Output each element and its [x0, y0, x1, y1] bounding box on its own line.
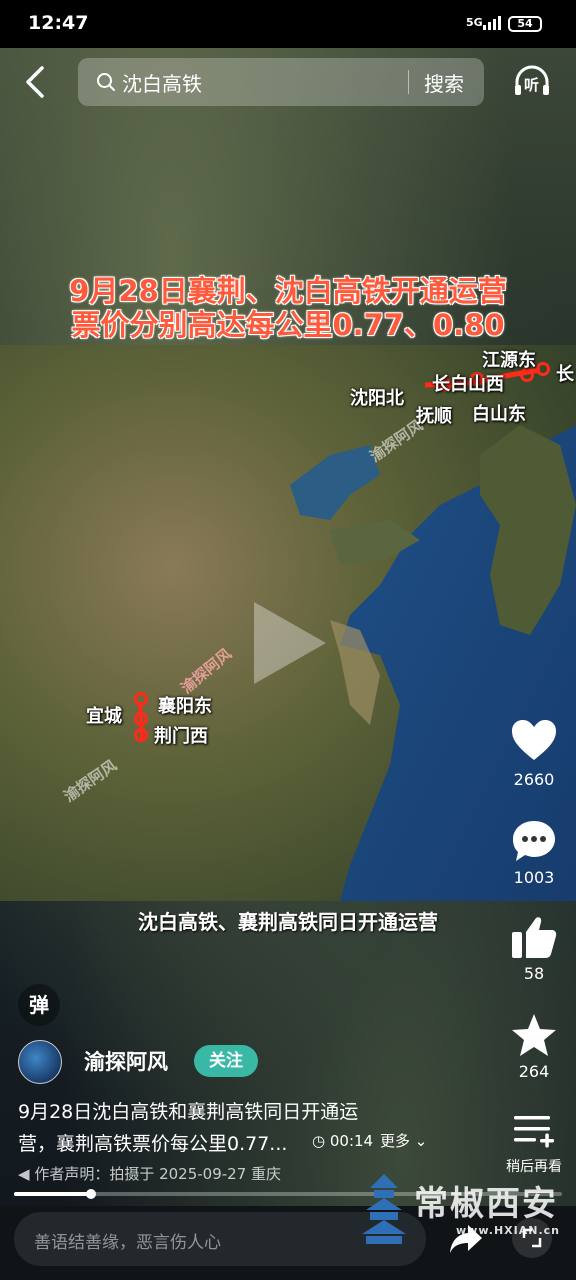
description-line1: 9月28日沈白高铁和襄荆高铁同日开通运 [18, 1101, 359, 1123]
recommend-count: 58 [523, 964, 545, 983]
station-pin [134, 692, 148, 706]
station-pin [134, 728, 148, 742]
like-button[interactable]: 2660 [496, 716, 572, 796]
follow-button[interactable]: 关注 [194, 1045, 258, 1077]
search-divider [408, 70, 409, 94]
thumbs-up-icon [512, 917, 557, 958]
progress-fill [14, 1192, 91, 1196]
site-url: www.HXIAN.cn [456, 1224, 560, 1237]
video-subtitle: 沈白高铁、襄荆高铁同日开通运营 [138, 910, 438, 934]
progress-handle[interactable] [86, 1189, 96, 1199]
play-icon[interactable] [250, 598, 330, 688]
network-indicator: 5G [466, 16, 483, 29]
signal-icon [483, 16, 501, 30]
back-arrow-icon[interactable] [22, 64, 52, 100]
station-pin [134, 712, 148, 726]
search-button[interactable]: 搜索 [424, 68, 464, 97]
station-label: 江源东 [482, 350, 536, 371]
station-label: 长 [556, 364, 574, 385]
heart-icon [512, 720, 556, 760]
comment-icon [513, 821, 555, 861]
comment-placeholder[interactable]: 善语结善缘，恶言伤人心 [34, 1228, 221, 1253]
watch-later-button[interactable]: 稍后再看 [496, 1108, 572, 1178]
comment-button[interactable]: 1003 [496, 816, 572, 892]
station-label: 长白山西 [432, 374, 504, 395]
station-label: 沈阳北 [350, 388, 404, 409]
station-label: 荆门西 [154, 726, 208, 747]
recommend-button[interactable]: 58 [496, 912, 572, 988]
battery-indicator: 54 [508, 16, 542, 32]
status-time: 12:47 [28, 12, 89, 34]
clock-icon: ◷ [312, 1132, 326, 1150]
search-icon [97, 73, 115, 91]
video-title-line2: 票价分别高达每公里0.77、0.80 [71, 308, 505, 342]
listen-label: 听 [524, 76, 540, 94]
author-declaration: ◀︎ 作者声明：拍摄于 2025-09-27 重庆 [18, 1163, 281, 1184]
author-name[interactable]: 渝探阿风 [84, 1046, 168, 1076]
favorite-button[interactable]: 264 [496, 1010, 572, 1086]
megaphone-icon: ◀︎ [18, 1165, 35, 1183]
station-pin [536, 362, 550, 376]
duration-text: 00:14 [329, 1132, 374, 1150]
station-label: 宜城 [86, 706, 122, 727]
favorite-count: 264 [518, 1062, 550, 1081]
duration: ◷ 00:14 [312, 1132, 373, 1150]
station-label: 襄阳东 [158, 696, 212, 717]
listen-button[interactable]: 听 [512, 62, 552, 102]
comment-count: 1003 [513, 868, 555, 887]
search-query[interactable]: 沈白高铁 [122, 68, 202, 97]
site-name: 常椒西安 [414, 1184, 558, 1224]
more-label: 更多 [380, 1132, 411, 1150]
chevron-down-icon: ⌄ [410, 1132, 428, 1150]
danmu-toggle[interactable]: 弹 [18, 984, 60, 1026]
declaration-text: 作者声明：拍摄于 2025-09-27 重庆 [34, 1165, 282, 1183]
station-label: 白山东 [472, 404, 526, 425]
star-icon [512, 1014, 556, 1056]
author-avatar[interactable] [18, 1040, 62, 1084]
add-to-list-icon [514, 1116, 554, 1148]
like-count: 2660 [513, 770, 555, 789]
more-button[interactable]: 更多 ⌄ [380, 1130, 427, 1151]
